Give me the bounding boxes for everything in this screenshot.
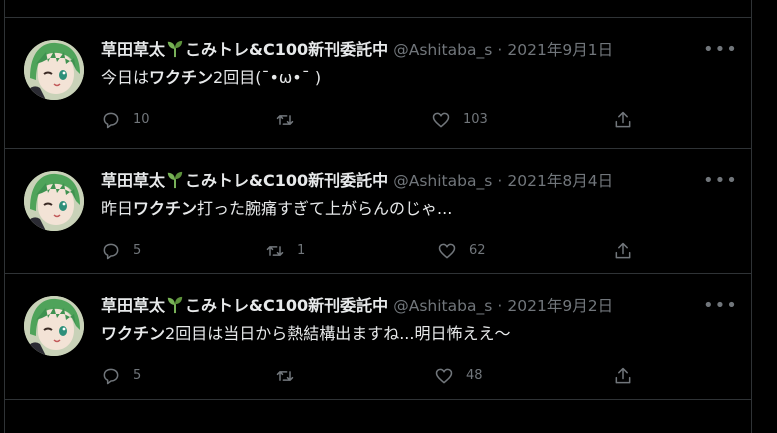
tweet-date[interactable]: 2021年8月4日 <box>507 172 613 190</box>
tweet[interactable]: 草田草太 こみトレ&C100新刊委託中 @Ashitaba_s · 2021年9月… <box>5 274 751 398</box>
reply-count: 5 <box>133 243 142 258</box>
more-icon[interactable]: ••• <box>703 167 737 195</box>
tweet-text: ワクチン2回目は当日から熱結構出ますね...明日怖ええ～ <box>101 324 511 343</box>
retweet-button[interactable] <box>275 108 307 132</box>
share-icon <box>615 111 631 127</box>
like-button[interactable]: 48 <box>434 364 483 388</box>
highlighted-keyword: ワクチン <box>101 324 166 343</box>
separator-dot: · <box>497 172 503 190</box>
tweet-actions: 10 103 <box>101 108 641 132</box>
more-icon[interactable]: ••• <box>703 292 737 320</box>
highlighted-keyword: ワクチン <box>149 68 214 87</box>
reply-button[interactable]: 5 <box>101 364 141 388</box>
avatar[interactable] <box>24 40 84 100</box>
tweet-header: 草田草太 こみトレ&C100新刊委託中 @Ashitaba_s · 2021年8月… <box>101 170 721 192</box>
avatar-image <box>24 40 84 100</box>
like-count: 48 <box>466 368 483 383</box>
timeline-right-border <box>751 0 752 433</box>
tweet-date[interactable]: 2021年9月1日 <box>507 41 613 59</box>
tweet-text: 昨日ワクチン打った腕痛すぎて上がらんのじゃ... <box>101 199 453 218</box>
share-icon <box>615 367 631 383</box>
more-icon[interactable]: ••• <box>703 36 737 64</box>
reply-count: 5 <box>133 368 142 383</box>
like-icon <box>435 368 453 384</box>
tweet-header: 草田草太 こみトレ&C100新刊委託中 @Ashitaba_s · 2021年9月… <box>101 295 721 317</box>
tweet-header: 草田草太 こみトレ&C100新刊委託中 @Ashitaba_s · 2021年9月… <box>101 39 721 61</box>
share-button[interactable] <box>613 108 633 132</box>
share-icon <box>615 242 631 258</box>
tweet[interactable]: 草田草太 こみトレ&C100新刊委託中 @Ashitaba_s · 2021年9月… <box>5 18 751 142</box>
tweet-text: 今日はワクチン2回目(¯•ω•¯ ) <box>101 68 322 87</box>
avatar-image <box>24 296 84 356</box>
display-name[interactable]: 草田草太 こみトレ&C100新刊委託中 <box>101 40 388 59</box>
tweet-actions: 5 1 62 <box>101 239 641 263</box>
user-handle[interactable]: @Ashitaba_s <box>393 297 492 315</box>
like-icon <box>438 243 456 259</box>
tweet-date[interactable]: 2021年9月2日 <box>507 297 613 315</box>
divider <box>4 399 752 400</box>
like-button[interactable]: 103 <box>431 108 488 132</box>
reply-count: 10 <box>133 112 150 127</box>
user-handle[interactable]: @Ashitaba_s <box>393 172 492 190</box>
reply-button[interactable]: 5 <box>101 239 141 263</box>
separator-dot: · <box>497 297 503 315</box>
reply-button[interactable]: 10 <box>101 108 150 132</box>
tweet-actions: 5 48 <box>101 364 641 388</box>
avatar-image <box>24 171 84 231</box>
retweet-count: 1 <box>297 243 306 258</box>
tweet[interactable]: 草田草太 こみトレ&C100新刊委託中 @Ashitaba_s · 2021年8月… <box>5 149 751 273</box>
sprout-emoji-icon <box>167 171 183 189</box>
reply-icon <box>103 112 119 129</box>
like-icon <box>432 112 450 128</box>
like-count: 103 <box>463 112 488 127</box>
retweet-button[interactable] <box>275 364 307 388</box>
retweet-icon <box>266 246 284 256</box>
display-name[interactable]: 草田草太 こみトレ&C100新刊委託中 <box>101 296 388 315</box>
like-count: 62 <box>469 243 486 258</box>
retweet-icon <box>276 370 294 381</box>
avatar[interactable] <box>24 296 84 356</box>
sprout-emoji-icon <box>167 40 183 58</box>
user-handle[interactable]: @Ashitaba_s <box>393 41 492 59</box>
share-button[interactable] <box>613 364 633 388</box>
reply-icon <box>103 243 119 260</box>
sprout-emoji-icon <box>167 296 183 314</box>
reply-icon <box>103 368 119 385</box>
avatar[interactable] <box>24 171 84 231</box>
like-button[interactable]: 62 <box>437 239 486 263</box>
highlighted-keyword: ワクチン <box>133 199 198 218</box>
retweet-icon <box>276 114 294 125</box>
retweet-button[interactable]: 1 <box>265 239 305 263</box>
display-name[interactable]: 草田草太 こみトレ&C100新刊委託中 <box>101 171 388 190</box>
separator-dot: · <box>497 41 503 59</box>
share-button[interactable] <box>613 239 633 263</box>
